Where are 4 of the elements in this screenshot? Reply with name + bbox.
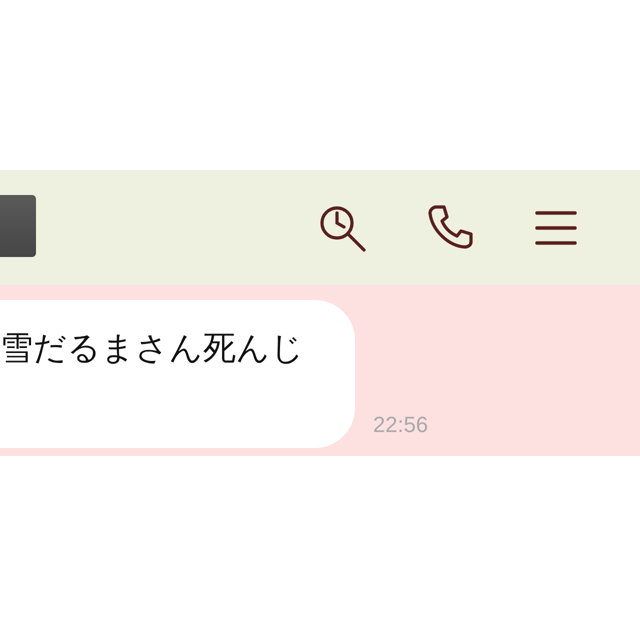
message-text: 雪だるまさん死んじ: [0, 328, 304, 367]
message-time: 22:56: [373, 412, 428, 438]
avatar: [0, 194, 36, 256]
menu-icon[interactable]: [534, 208, 578, 246]
